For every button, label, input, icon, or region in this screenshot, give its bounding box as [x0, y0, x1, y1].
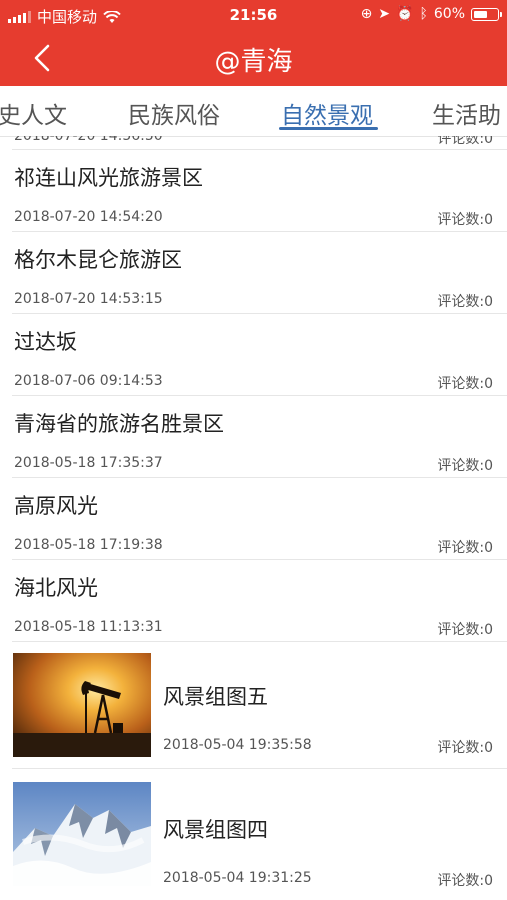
item-title: 高原风光 — [14, 494, 98, 518]
list-item[interactable]: 2018-07-20 14:56:50 评论数:0 — [0, 136, 507, 150]
page-title: @青海 — [214, 47, 293, 77]
location-arrow-icon: ➤ — [378, 6, 391, 22]
list-item[interactable]: 格尔木昆仑旅游区 2018-07-20 14:53:15 评论数:0 — [0, 232, 507, 314]
item-date: 2018-05-04 19:35:58 — [163, 737, 312, 753]
tab-active-indicator — [279, 127, 378, 130]
category-tabs: 史人文 民族风俗 自然景观 生活助 — [0, 86, 507, 137]
divider — [12, 768, 507, 769]
item-date: 2018-07-20 14:53:15 — [14, 291, 163, 307]
status-bar: 中国移动 21:56 ⊕ ➤ ⏰ ᛒ 60% — [0, 0, 507, 30]
item-title: 风景组图五 — [163, 685, 268, 709]
item-comment-count: 评论数:0 — [437, 740, 493, 756]
item-date: 2018-07-06 09:14:53 — [14, 373, 163, 389]
item-comment-count: 评论数:0 — [437, 212, 493, 228]
item-date: 2018-05-04 19:31:25 — [163, 870, 312, 886]
item-comment-count: 评论数:0 — [437, 458, 493, 474]
nav-bar: @青海 — [0, 30, 507, 86]
list-item-with-image[interactable]: 风景组图五 2018-05-04 19:35:58 评论数:0 — [0, 642, 507, 770]
tab-history-culture[interactable]: 史人文 — [0, 96, 67, 130]
item-date: 2018-05-18 11:13:31 — [14, 619, 163, 635]
item-comment-count: 评论数:0 — [437, 294, 493, 310]
list-item[interactable]: 高原风光 2018-05-18 17:19:38 评论数:0 — [0, 478, 507, 560]
tab-life-assistant[interactable]: 生活助 — [432, 96, 501, 130]
list-item[interactable]: 祁连山风光旅游景区 2018-07-20 14:54:20 评论数:0 — [0, 150, 507, 232]
item-date: 2018-05-18 17:19:38 — [14, 537, 163, 553]
item-title: 过达坂 — [14, 330, 77, 354]
item-title: 青海省的旅游名胜景区 — [14, 412, 224, 436]
item-comment-count: 评论数:0 — [437, 622, 493, 638]
article-list[interactable]: 2018-07-20 14:56:50 评论数:0 祁连山风光旅游景区 2018… — [0, 136, 507, 900]
item-comment-count: 评论数:0 — [437, 136, 493, 147]
battery-fill — [474, 10, 487, 18]
alarm-icon: ⏰ — [396, 6, 414, 22]
list-item[interactable]: 过达坂 2018-07-06 09:14:53 评论数:0 — [0, 314, 507, 396]
thumbnail-snow-mountain — [13, 782, 151, 886]
thumbnail-oil-pump-sunset — [13, 653, 151, 757]
item-comment-count: 评论数:0 — [437, 540, 493, 556]
item-date: 2018-07-20 14:54:20 — [14, 209, 163, 225]
bluetooth-icon: ᛒ — [419, 6, 428, 22]
item-title: 祁连山风光旅游景区 — [14, 166, 203, 190]
tab-natural-scenery[interactable]: 自然景观 — [281, 96, 373, 130]
list-item-with-image[interactable]: 风景组图四 2018-05-04 19:31:25 评论数:0 — [0, 770, 507, 900]
item-date: 2018-07-20 14:56:50 — [14, 136, 163, 144]
tab-ethnic-customs[interactable]: 民族风俗 — [128, 96, 220, 130]
item-comment-count: 评论数:0 — [437, 376, 493, 392]
list-item[interactable]: 青海省的旅游名胜景区 2018-05-18 17:35:37 评论数:0 — [0, 396, 507, 478]
item-date: 2018-05-18 17:35:37 — [14, 455, 163, 471]
item-title: 海北风光 — [14, 576, 98, 600]
item-title: 风景组图四 — [163, 818, 268, 842]
battery-percent: 60% — [433, 6, 465, 22]
location-lock-icon: ⊕ — [360, 6, 373, 22]
battery-icon — [471, 7, 502, 21]
item-title: 格尔木昆仑旅游区 — [14, 248, 182, 272]
status-bar-right: ⊕ ➤ ⏰ ᛒ 60% — [360, 6, 502, 22]
list-item[interactable]: 海北风光 2018-05-18 11:13:31 评论数:0 — [0, 560, 507, 642]
item-comment-count: 评论数:0 — [437, 873, 493, 889]
